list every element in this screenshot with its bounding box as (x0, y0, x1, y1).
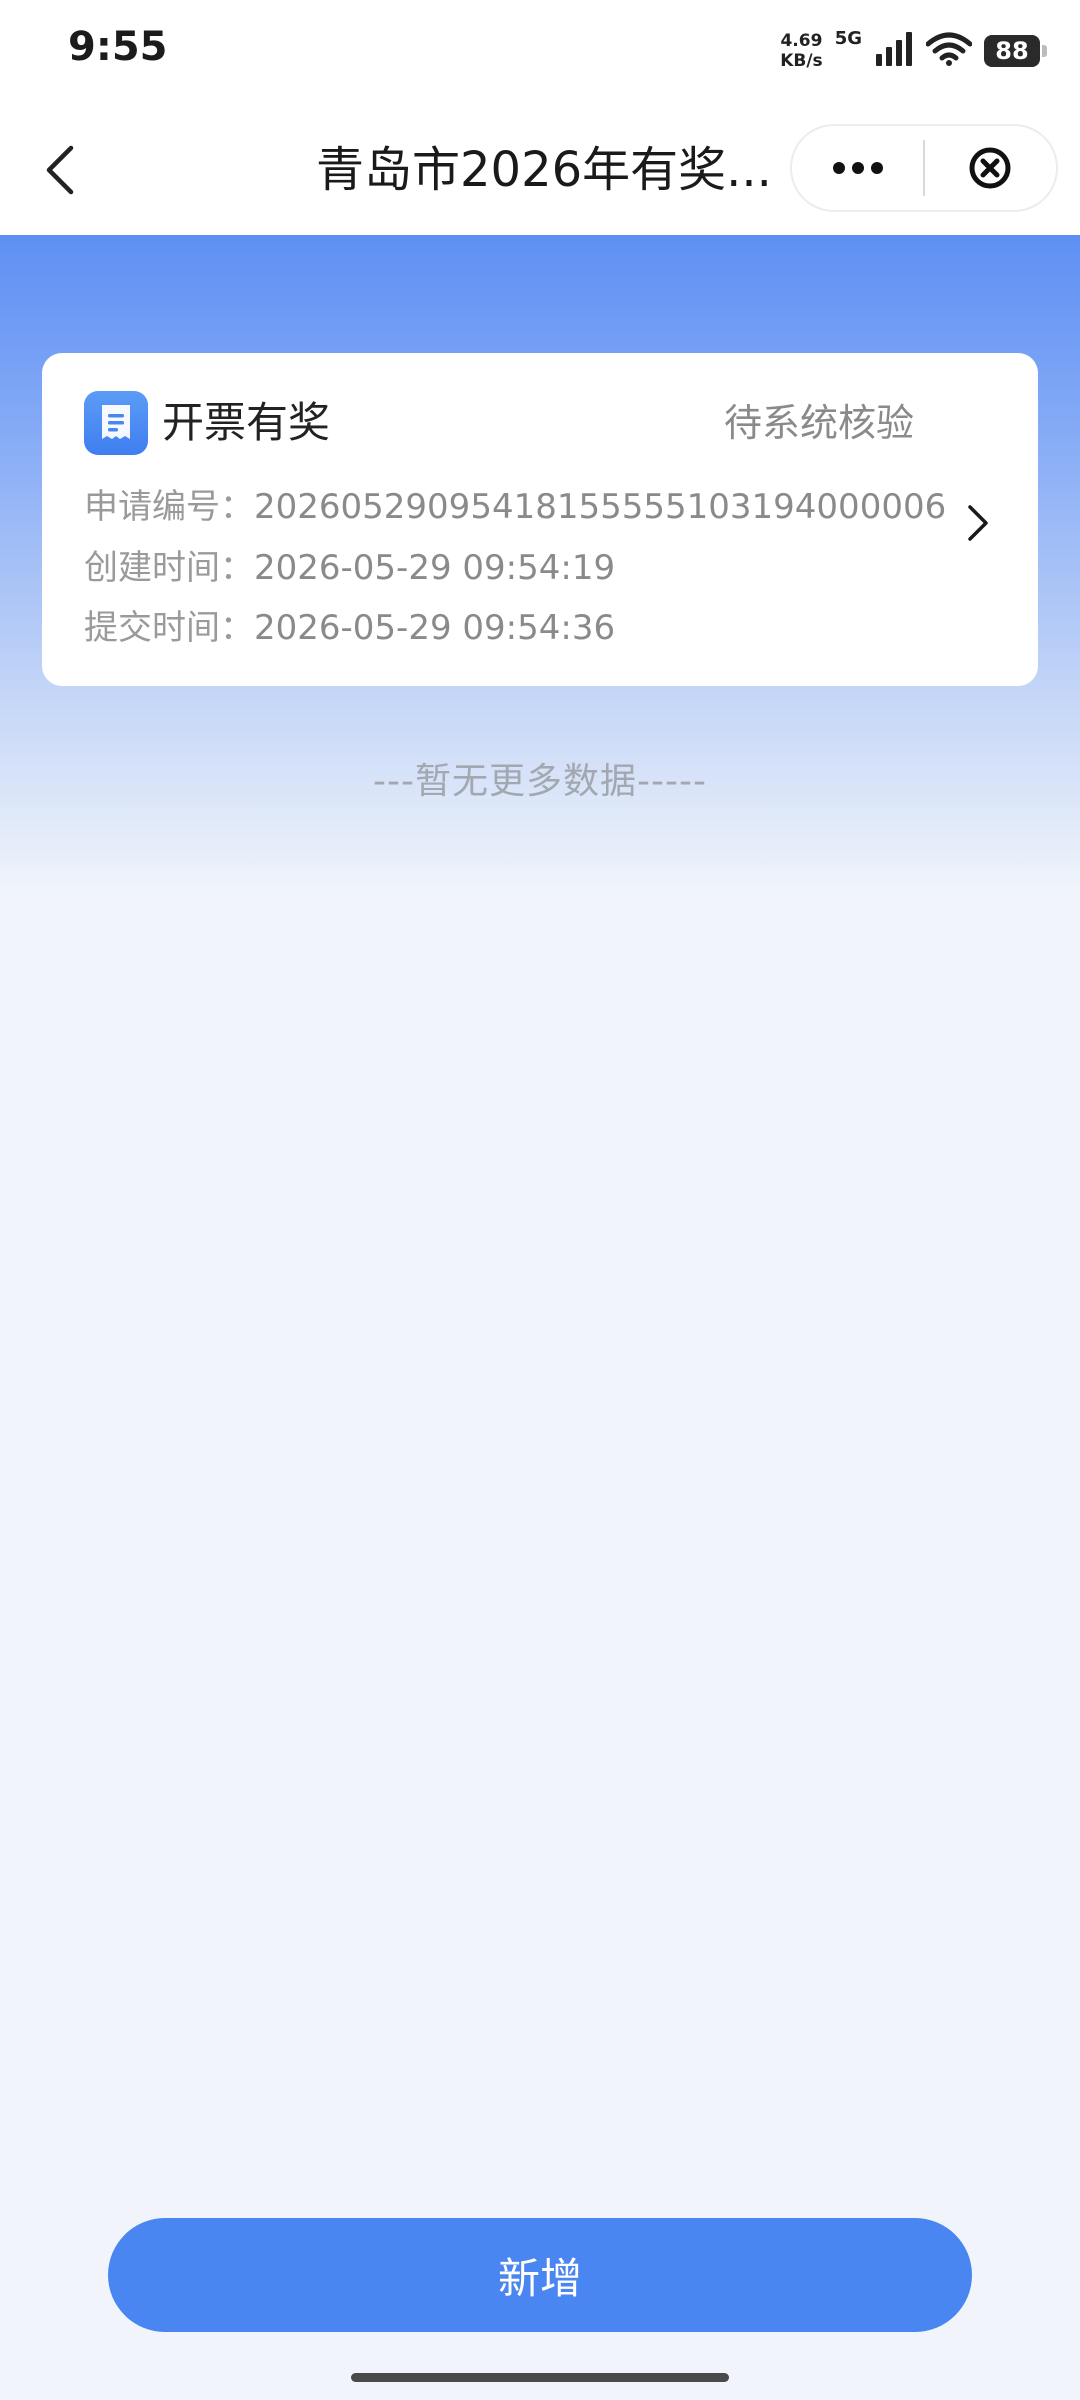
signal-icon (874, 32, 914, 70)
more-button[interactable] (792, 126, 923, 210)
application-number-value: 20260529095418155555103194000006 (254, 487, 947, 527)
chevron-left-icon (46, 145, 74, 195)
close-miniapp-button[interactable] (925, 126, 1056, 210)
status-time: 9:55 (68, 24, 168, 70)
wifi-icon (925, 32, 973, 70)
status-icons: 4.69 KB/s 5G 88 (780, 26, 1047, 76)
add-button[interactable]: 新增 (108, 2218, 972, 2332)
created-time-label: 创建时间： (84, 548, 254, 588)
created-time-value: 2026-05-29 09:54:19 (254, 548, 616, 588)
battery-icon: 88 (984, 35, 1047, 67)
home-indicator[interactable] (351, 2373, 729, 2382)
page-title: 青岛市2026年有奖... (316, 142, 772, 198)
back-button[interactable] (30, 140, 90, 200)
application-number-row: 申请编号：20260529095418155555103194000006 (84, 483, 946, 531)
no-more-data-text: ---暂无更多数据----- (373, 761, 707, 802)
chevron-right-icon[interactable] (958, 493, 998, 553)
submitted-time-label: 提交时间： (84, 608, 254, 648)
network-speed-unit: KB/s (780, 51, 823, 71)
created-time-row: 创建时间：2026-05-29 09:54:19 (84, 544, 615, 592)
network-speed: 4.69 KB/s (780, 31, 822, 71)
network-type: 5G (834, 28, 862, 49)
application-number-label: 申请编号： (84, 487, 254, 527)
page: 9:55 4.69 KB/s 5G 88 青岛市2026年有奖... 开票有奖 … (0, 0, 1080, 2400)
miniapp-capsule (790, 124, 1058, 212)
submitted-time-value: 2026-05-29 09:54:36 (254, 608, 616, 648)
invoice-icon (84, 391, 148, 455)
close-circle-icon (969, 147, 1011, 189)
more-dots-icon (832, 162, 883, 174)
card-title: 开票有奖 (162, 398, 331, 447)
application-card[interactable]: 开票有奖 待系统核验 申请编号：202605290954181555551031… (42, 353, 1038, 686)
nav-bar: 青岛市2026年有奖... (0, 110, 1080, 235)
status-bar: 9:55 4.69 KB/s 5G 88 (0, 0, 1080, 110)
network-speed-value: 4.69 (780, 31, 823, 51)
submitted-time-row: 提交时间：2026-05-29 09:54:36 (84, 604, 615, 652)
status-badge: 待系统核验 (723, 401, 914, 445)
